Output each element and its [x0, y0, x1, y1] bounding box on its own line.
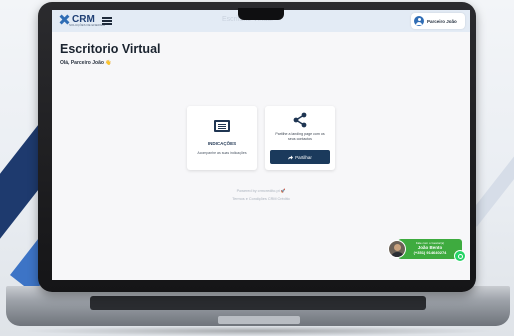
laptop-shadow — [20, 326, 496, 336]
greeting-text: Olá, Parceiro João 👋 — [60, 60, 112, 66]
share-icon — [293, 112, 307, 128]
laptop-keyboard — [90, 296, 426, 310]
share-arrow-icon — [288, 155, 294, 160]
whatsapp-phone: (+351) 914640274 — [413, 250, 447, 255]
powered-by-link[interactable]: Powered by crmcredito.pt 🚀 — [52, 188, 470, 193]
share-description: Partilhe a landing page com os seus cont… — [275, 132, 325, 141]
indicacoes-subtitle: Acompanhe as suas indicações — [197, 151, 247, 155]
share-card: Partilhe a landing page com os seus cont… — [265, 106, 335, 170]
indicacoes-title: INDICAÇÕES — [207, 141, 237, 146]
share-button-label: Partilhar — [295, 154, 312, 160]
manager-avatar — [388, 240, 406, 258]
indicacoes-card[interactable]: INDICAÇÕES Acompanhe as suas indicações — [187, 106, 257, 170]
share-button[interactable]: Partilhar — [270, 150, 330, 164]
logo-subtitle: SOLUÇÕES DE ENERGIA — [69, 23, 106, 27]
whatsapp-icon[interactable] — [454, 250, 466, 262]
laptop-camera-notch — [238, 8, 284, 20]
user-avatar-icon — [414, 16, 424, 26]
hamburger-menu-icon[interactable] — [102, 17, 112, 25]
user-name: Parceiro João — [427, 18, 457, 24]
whatsapp-bubble[interactable]: Fale com o Gestor(a) João Bento (+351) 9… — [398, 239, 462, 259]
whatsapp-contact-widget[interactable]: Fale com o Gestor(a) João Bento (+351) 9… — [388, 239, 466, 262]
laptop-trackpad — [218, 316, 300, 324]
page-title: Escritorio Virtual — [60, 42, 161, 56]
app-screen: CRM SOLUÇÕES DE ENERGIA Escritorio Virtu… — [52, 10, 470, 280]
terms-link[interactable]: Termos e Condições CRM Crédito — [52, 197, 470, 201]
list-icon — [214, 120, 230, 132]
user-menu-button[interactable]: Parceiro João — [411, 13, 465, 29]
